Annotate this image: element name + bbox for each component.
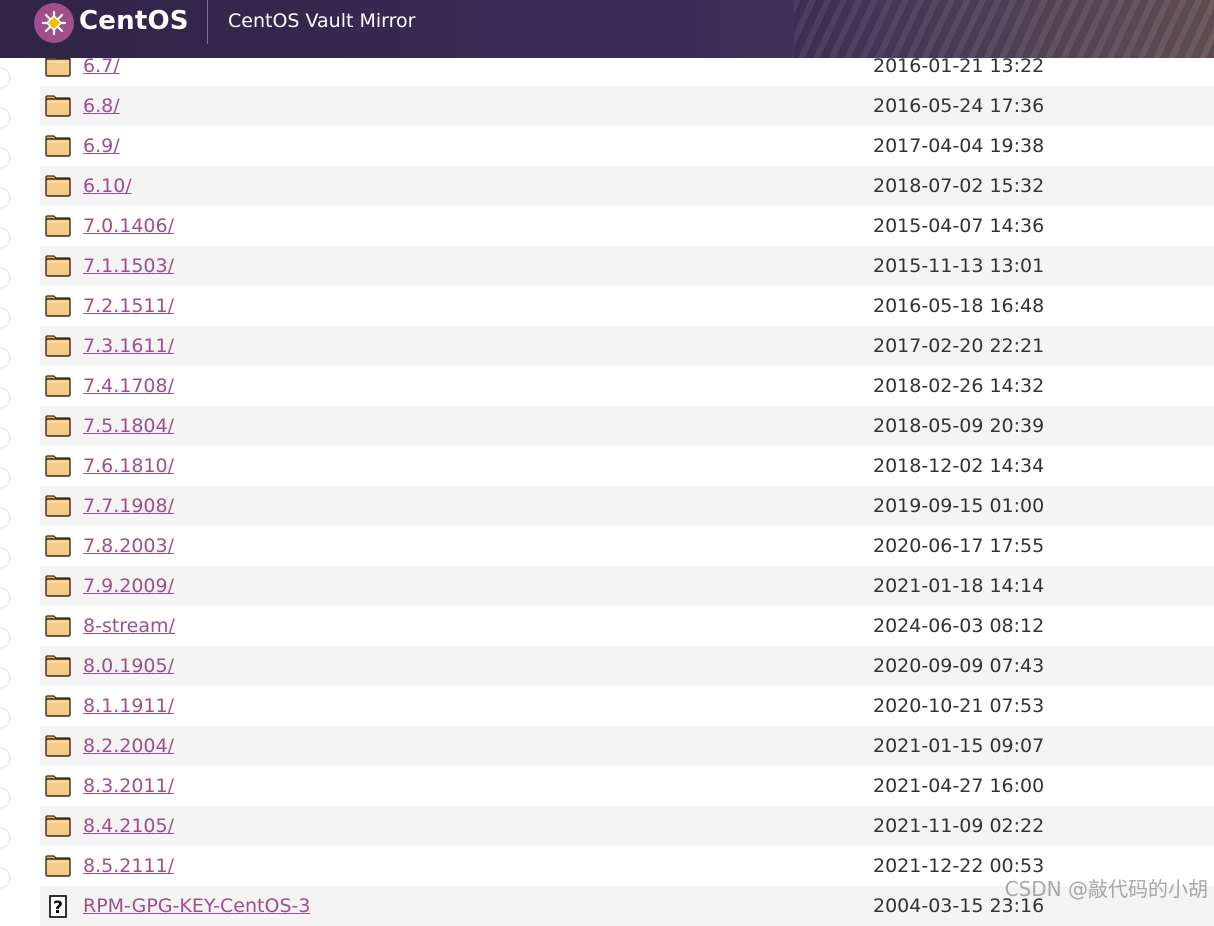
site-header: CentOS CentOS Vault Mirror (0, 0, 1214, 58)
table-row: 7.1.1503/2015-11-13 13:01 (40, 246, 1214, 286)
table-row: 7.5.1804/2018-05-09 20:39 (40, 406, 1214, 446)
last-modified-date: 2018-12-02 14:34 (873, 455, 1045, 477)
centos-logo-icon[interactable] (34, 3, 74, 43)
table-row: 7.2.1511/2016-05-18 16:48 (40, 286, 1214, 326)
entry-link[interactable]: 7.4.1708/ (83, 375, 174, 397)
folder-icon[interactable] (44, 374, 72, 398)
folder-icon[interactable] (44, 414, 72, 438)
folder-icon[interactable] (44, 494, 72, 518)
folder-icon[interactable] (44, 174, 72, 198)
entry-link[interactable]: 7.3.1611/ (83, 335, 174, 357)
folder-icon[interactable] (44, 334, 72, 358)
folder-icon[interactable] (44, 654, 72, 678)
table-row: 8.2.2004/2021-01-15 09:07 (40, 726, 1214, 766)
header-background-texture (794, 0, 1214, 58)
table-row: 8-stream/2024-06-03 08:12 (40, 606, 1214, 646)
entry-link[interactable]: 7.0.1406/ (83, 215, 174, 237)
last-modified-date: 2015-04-07 14:36 (873, 215, 1045, 237)
folder-icon[interactable] (44, 134, 72, 158)
entry-link[interactable]: 6.8/ (83, 95, 120, 117)
folder-icon[interactable] (44, 534, 72, 558)
page-title: CentOS Vault Mirror (228, 10, 416, 32)
header-divider (207, 0, 208, 44)
entry-link[interactable]: 8.0.1905/ (83, 655, 174, 677)
last-modified-date: 2016-05-18 16:48 (873, 295, 1045, 317)
unknown-file-icon[interactable]: ? (44, 894, 72, 918)
folder-icon[interactable] (44, 734, 72, 758)
folder-icon[interactable] (44, 814, 72, 838)
table-row: 7.4.1708/2018-02-26 14:32 (40, 366, 1214, 406)
last-modified-date: 2016-01-21 13:22 (873, 55, 1045, 77)
entry-link[interactable]: 7.6.1810/ (83, 455, 174, 477)
logo-text[interactable]: CentOS (79, 6, 189, 36)
entry-link[interactable]: 7.9.2009/ (83, 575, 174, 597)
table-row: 8.1.1911/2020-10-21 07:53 (40, 686, 1214, 726)
entry-link[interactable]: 7.7.1908/ (83, 495, 174, 517)
table-row: 7.3.1611/2017-02-20 22:21 (40, 326, 1214, 366)
table-row: 6.9/2017-04-04 19:38 (40, 126, 1214, 166)
table-row: 7.6.1810/2018-12-02 14:34 (40, 446, 1214, 486)
last-modified-date: 2021-01-15 09:07 (873, 735, 1045, 757)
last-modified-date: 2016-05-24 17:36 (873, 95, 1045, 117)
folder-icon[interactable] (44, 454, 72, 478)
folder-icon[interactable] (44, 614, 72, 638)
entry-link[interactable]: 8-stream/ (83, 615, 175, 637)
table-row: 7.9.2009/2021-01-18 14:14 (40, 566, 1214, 606)
table-row: 8.3.2011/2021-04-27 16:00 (40, 766, 1214, 806)
last-modified-date: 2021-01-18 14:14 (873, 575, 1045, 597)
last-modified-date: 2020-06-17 17:55 (873, 535, 1045, 557)
folder-icon[interactable] (44, 94, 72, 118)
last-modified-date: 2024-06-03 08:12 (873, 615, 1045, 637)
entry-link[interactable]: 6.7/ (83, 55, 120, 77)
folder-icon[interactable] (44, 294, 72, 318)
watermark: CSDN @敲代码的小胡 (1004, 877, 1208, 901)
entry-link[interactable]: 8.4.2105/ (83, 815, 174, 837)
last-modified-date: 2019-09-15 01:00 (873, 495, 1045, 517)
table-row: 7.8.2003/2020-06-17 17:55 (40, 526, 1214, 566)
entry-link[interactable]: 7.1.1503/ (83, 255, 174, 277)
folder-icon[interactable] (44, 574, 72, 598)
entry-link[interactable]: 8.5.2111/ (83, 855, 174, 877)
last-modified-date: 2017-02-20 22:21 (873, 335, 1045, 357)
entry-link[interactable]: 6.9/ (83, 135, 120, 157)
last-modified-date: 2021-04-27 16:00 (873, 775, 1045, 797)
entry-link[interactable]: 8.1.1911/ (83, 695, 174, 717)
last-modified-date: 2018-07-02 15:32 (873, 175, 1045, 197)
entry-link[interactable]: 8.2.2004/ (83, 735, 174, 757)
table-row: 6.10/2018-07-02 15:32 (40, 166, 1214, 206)
entry-link[interactable]: RPM-GPG-KEY-CentOS-3 (83, 895, 310, 917)
left-edge-decoration (0, 67, 11, 889)
directory-listing: 6.7/2016-01-21 13:22 6.8/2016-05-24 17:36… (40, 46, 1214, 926)
folder-icon[interactable] (44, 854, 72, 878)
folder-icon[interactable] (44, 214, 72, 238)
entry-link[interactable]: 7.2.1511/ (83, 295, 174, 317)
table-row: 6.8/2016-05-24 17:36 (40, 86, 1214, 126)
svg-text:?: ? (53, 898, 63, 918)
entry-link[interactable]: 8.3.2011/ (83, 775, 174, 797)
folder-icon[interactable] (44, 254, 72, 278)
last-modified-date: 2018-02-26 14:32 (873, 375, 1045, 397)
last-modified-date: 2021-11-09 02:22 (873, 815, 1045, 837)
folder-icon[interactable] (44, 774, 72, 798)
entry-link[interactable]: 7.8.2003/ (83, 535, 174, 557)
folder-icon[interactable] (44, 694, 72, 718)
last-modified-date: 2018-05-09 20:39 (873, 415, 1045, 437)
last-modified-date: 2020-09-09 07:43 (873, 655, 1045, 677)
entry-link[interactable]: 7.5.1804/ (83, 415, 174, 437)
table-row: 8.4.2105/2021-11-09 02:22 (40, 806, 1214, 846)
last-modified-date: 2015-11-13 13:01 (873, 255, 1045, 277)
table-row: 7.7.1908/2019-09-15 01:00 (40, 486, 1214, 526)
table-row: 8.0.1905/2020-09-09 07:43 (40, 646, 1214, 686)
entry-link[interactable]: 6.10/ (83, 175, 132, 197)
last-modified-date: 2017-04-04 19:38 (873, 135, 1045, 157)
last-modified-date: 2020-10-21 07:53 (873, 695, 1045, 717)
table-row: 7.0.1406/2015-04-07 14:36 (40, 206, 1214, 246)
